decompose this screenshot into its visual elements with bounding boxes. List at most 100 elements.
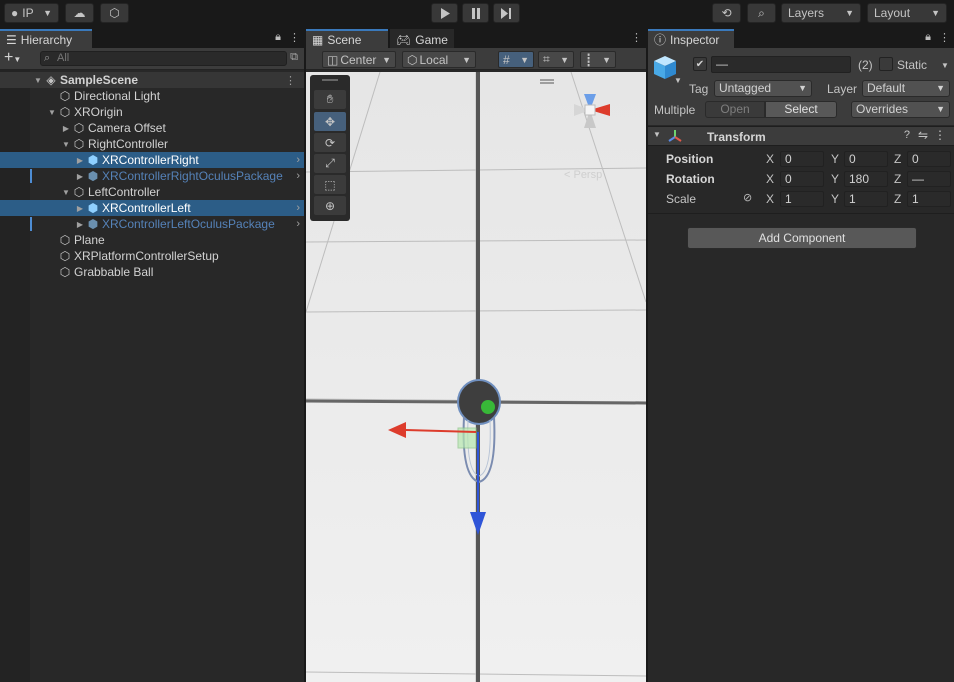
constrain-proportions-icon[interactable]: ⊘	[743, 191, 752, 204]
scene-viewport[interactable]: < Persp ✋︎ ✥ ⟳ ⤢ ⬚ ⊕	[306, 72, 646, 682]
rotation-y-field[interactable]: 180	[844, 171, 888, 187]
open-prefab-button[interactable]: Open	[705, 101, 765, 118]
active-checkbox[interactable]: ✔	[693, 57, 707, 71]
rotation-z-field[interactable]: —	[907, 171, 951, 187]
rotate-tool-button[interactable]: ⟳	[314, 133, 346, 152]
chevron-right-icon[interactable]: ›	[296, 170, 300, 182]
pause-button[interactable]	[462, 3, 489, 23]
static-checkbox[interactable]	[879, 57, 893, 71]
chevron-down-icon: ▼	[602, 54, 611, 65]
increment-snap-toggle[interactable]: ⌗ ▼	[538, 51, 574, 68]
chevron-right-icon[interactable]: ›	[296, 218, 300, 230]
fold-open-icon[interactable]: ▼	[653, 130, 661, 139]
grid-snap-toggle[interactable]: # ▼	[498, 51, 534, 68]
tag-dropdown[interactable]: Untagged ▼	[714, 80, 812, 97]
tree-row[interactable]: ▶ ⬢ XRControllerLeftOculusPackage ›	[0, 216, 304, 232]
tree-row-scene[interactable]: ▼ ◈ SampleScene ⋮	[0, 72, 304, 88]
pivot-space-dropdown[interactable]: ⬡ Local ▼	[402, 51, 476, 68]
fold-open-icon[interactable]: ▼	[60, 188, 72, 197]
layers-dropdown[interactable]: Layers ▼	[781, 3, 861, 23]
kebab-menu-icon[interactable]: ⋮	[285, 74, 296, 87]
rect-tool-button[interactable]: ⬚	[314, 175, 346, 194]
kebab-menu-icon[interactable]: ⋮	[934, 128, 946, 142]
position-y-field[interactable]: 0	[844, 151, 888, 167]
preset-icon[interactable]: ⇋	[918, 128, 928, 142]
scale-tool-button[interactable]: ⤢	[314, 154, 346, 173]
fold-closed-icon[interactable]: ▶	[74, 156, 86, 165]
tree-row-selected[interactable]: ▶ ⬢ XRControllerRight ›	[0, 152, 304, 168]
tab-inspector[interactable]: ⓘ Inspector	[648, 29, 734, 48]
hierarchy-search-input[interactable]: ⌕ All	[40, 51, 287, 66]
layers-label: Layers	[788, 6, 825, 20]
history-button[interactable]: ⟲	[712, 3, 741, 23]
persp-label[interactable]: < Persp	[564, 169, 602, 181]
scale-x-value: 1	[785, 192, 792, 206]
tree-row[interactable]: ⬡ Directional Light	[0, 88, 304, 104]
object-name-field[interactable]: —	[711, 56, 851, 73]
fold-closed-icon[interactable]: ▶	[60, 124, 72, 133]
tree-row[interactable]: ⬡ XRPlatformControllerSetup	[0, 248, 304, 264]
tree-row[interactable]: ▶ ⬡ Camera Offset	[0, 120, 304, 136]
gamepad-icon: 🎮︎	[396, 32, 412, 47]
layout-dropdown[interactable]: Layout ▼	[867, 3, 947, 23]
tree-row[interactable]: ▼ ⬡ RightController	[0, 136, 304, 152]
cloud-button[interactable]: ☁	[65, 3, 94, 23]
tree-label: RightController	[88, 137, 169, 151]
kebab-menu-icon[interactable]: ⋮	[939, 31, 950, 44]
chevron-right-icon[interactable]: ›	[296, 202, 300, 214]
hand-icon: ✋︎	[326, 92, 334, 106]
fold-closed-icon[interactable]: ▶	[74, 204, 86, 213]
account-dropdown[interactable]: ● IP ▼	[4, 3, 59, 23]
position-x-field[interactable]: 0	[780, 151, 824, 167]
fold-open-icon[interactable]: ▼	[32, 76, 44, 85]
scale-y-field[interactable]: 1	[844, 191, 888, 207]
tree-row[interactable]: ▼ ⬡ LeftController	[0, 184, 304, 200]
chevron-down-icon[interactable]: ▼	[674, 76, 682, 85]
layer-dropdown[interactable]: Default ▼	[862, 80, 950, 97]
help-icon[interactable]: ?	[904, 129, 910, 141]
tab-scene[interactable]: ▦ Scene	[306, 29, 388, 48]
transform-icon: ⊕	[324, 198, 336, 213]
tree-row[interactable]: ⬡ Grabbable Ball	[0, 264, 304, 280]
search-button[interactable]: ⌕	[747, 3, 776, 23]
collab-button[interactable]: ⬡	[100, 3, 129, 23]
tree-row[interactable]: ▼ ⬡ XROrigin	[0, 104, 304, 120]
fold-open-icon[interactable]: ▼	[60, 140, 72, 149]
transform-component-header[interactable]: ▼ Transform ? ⇋ ⋮	[648, 126, 954, 146]
scale-z-field[interactable]: 1	[907, 191, 951, 207]
tab-hierarchy[interactable]: ☰ Hierarchy	[0, 29, 92, 48]
step-button[interactable]	[493, 3, 520, 23]
hand-tool-button[interactable]: ✋︎	[314, 90, 346, 109]
lock-icon[interactable]: 🔒︎	[925, 31, 931, 44]
position-z-field[interactable]: 0	[907, 151, 951, 167]
fold-closed-icon[interactable]: ▶	[74, 172, 86, 181]
fold-closed-icon[interactable]: ▶	[74, 220, 86, 229]
add-component-button[interactable]: Add Component	[687, 227, 917, 249]
select-prefab-button[interactable]: Select	[765, 101, 837, 118]
move-tool-button[interactable]: ✥	[314, 112, 346, 131]
lock-icon[interactable]: 🔒︎	[275, 31, 281, 44]
chevron-right-icon[interactable]: ›	[296, 154, 300, 166]
history-icon: ⟲	[721, 6, 732, 20]
play-button[interactable]	[431, 3, 458, 23]
tree-row-selected[interactable]: ▶ ⬢ XRControllerLeft ›	[0, 200, 304, 216]
tab-game[interactable]: 🎮︎ Game	[390, 29, 454, 48]
kebab-menu-icon[interactable]: ⋮	[289, 31, 300, 44]
scale-x-field[interactable]: 1	[780, 191, 824, 207]
fold-open-icon[interactable]: ▼	[46, 108, 58, 117]
overrides-dropdown[interactable]: Overrides ▼	[851, 101, 950, 118]
tree-row[interactable]: ▶ ⬢ XRControllerRightOculusPackage ›	[0, 168, 304, 184]
search-options-icon[interactable]: ⧉	[290, 51, 298, 64]
chevron-down-icon[interactable]: ▼	[941, 61, 949, 70]
pivot-mode-dropdown[interactable]: ◫ Center ▼	[322, 51, 396, 68]
chevron-down-icon: ▼	[462, 54, 471, 65]
rotation-x-field[interactable]: 0	[780, 171, 824, 187]
align-toggle[interactable]: ┋ ▼	[580, 51, 616, 68]
tree-row[interactable]: ⬡ Plane	[0, 232, 304, 248]
position-x-axis: X	[766, 152, 775, 166]
add-button[interactable]: +▼	[4, 49, 21, 67]
transform-tool-button[interactable]: ⊕	[314, 196, 346, 215]
prefab-icon: ⬢	[87, 169, 99, 183]
kebab-menu-icon[interactable]: ⋮	[631, 31, 642, 44]
drag-handle[interactable]	[322, 79, 338, 81]
